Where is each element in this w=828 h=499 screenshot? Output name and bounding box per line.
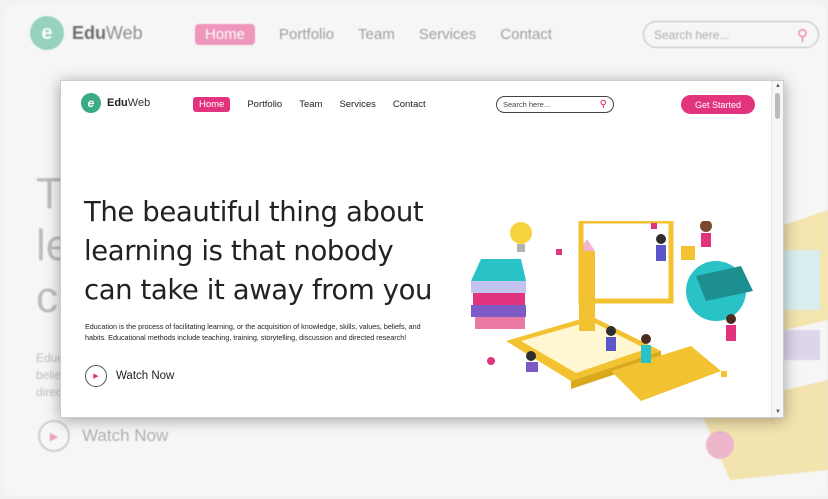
hero-description: Education is the process of facilitating… bbox=[85, 322, 421, 342]
watch-now-label: Watch Now bbox=[116, 370, 175, 382]
background-nav: Home Portfolio Team Services Contact bbox=[195, 24, 552, 45]
background-nav-services: Services bbox=[418, 26, 477, 43]
hero-title: The beautiful thing about learning is th… bbox=[84, 196, 433, 306]
background-nav-contact: Contact bbox=[500, 26, 552, 43]
background-watch-now: ▶ Watch Now bbox=[38, 420, 168, 452]
logo[interactable]: e EduWeb bbox=[81, 93, 150, 113]
nav-home[interactable]: Home bbox=[193, 97, 231, 112]
background-watch-label: Watch Now bbox=[82, 426, 169, 445]
nav-portfolio[interactable]: Portfolio bbox=[247, 99, 282, 110]
background-logo-text: EduWeb bbox=[72, 22, 143, 43]
triangle-down-icon[interactable]: ▼ bbox=[775, 409, 781, 415]
education-illustration bbox=[471, 221, 753, 401]
website-window: e EduWeb Home Portfolio Team Services Co… bbox=[60, 80, 784, 418]
background-search: Search here... ⚲ bbox=[643, 21, 819, 48]
nav-contact[interactable]: Contact bbox=[393, 99, 426, 110]
play-icon[interactable]: ▶ bbox=[85, 365, 107, 387]
scrollbar-thumb[interactable] bbox=[775, 93, 780, 119]
nav-team[interactable]: Team bbox=[299, 99, 322, 110]
logo-text: EduWeb bbox=[107, 97, 151, 109]
triangle-up-icon[interactable]: ▲ bbox=[775, 83, 781, 89]
search-icon[interactable]: ⚲ bbox=[600, 99, 607, 110]
search-icon: ⚲ bbox=[797, 26, 808, 44]
play-icon: ▶ bbox=[38, 420, 70, 452]
background-logo: e EduWeb bbox=[30, 16, 143, 50]
background-logo-icon: e bbox=[30, 16, 64, 50]
background-nav-portfolio: Portfolio bbox=[279, 26, 335, 43]
main-menu: Home Portfolio Team Services Contact bbox=[193, 97, 426, 112]
watch-now-button[interactable]: ▶ Watch Now bbox=[85, 365, 174, 387]
search-input[interactable] bbox=[503, 100, 593, 109]
vertical-scrollbar[interactable]: ▲ ▼ bbox=[771, 81, 783, 417]
background-search-placeholder: Search here... bbox=[654, 27, 730, 42]
top-navbar: e EduWeb Home Portfolio Team Services Co… bbox=[61, 81, 773, 129]
search-box: ⚲ bbox=[496, 96, 614, 113]
logo-icon: e bbox=[81, 93, 101, 113]
background-nav-home: Home bbox=[195, 24, 256, 45]
get-started-button[interactable]: Get Started bbox=[681, 95, 755, 114]
background-nav-team: Team bbox=[358, 26, 395, 43]
nav-services[interactable]: Services bbox=[339, 99, 375, 110]
